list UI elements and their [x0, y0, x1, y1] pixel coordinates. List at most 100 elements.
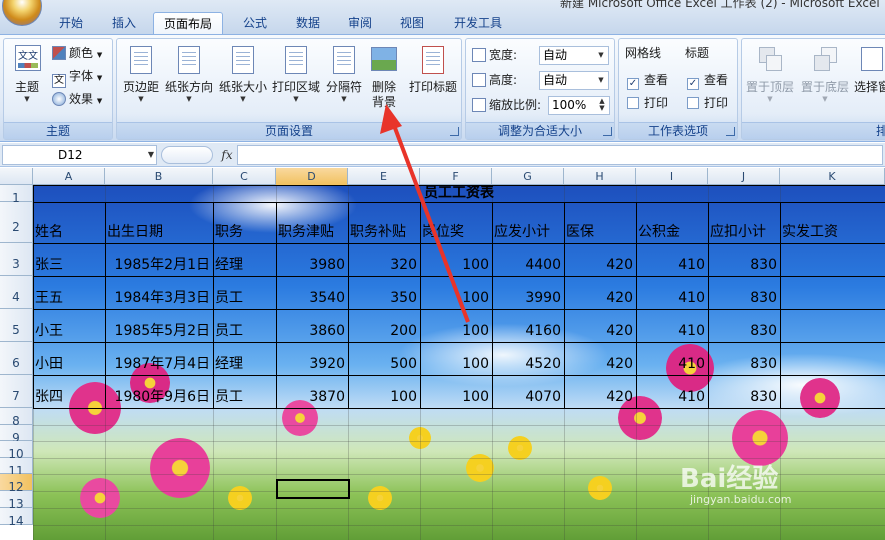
tab-home[interactable]: 开始: [48, 12, 94, 34]
data-cell[interactable]: 830: [710, 256, 780, 274]
data-cell[interactable]: 3980: [278, 256, 348, 274]
print-area-button[interactable]: 打印区域 ▼: [269, 43, 323, 103]
data-cell[interactable]: 1987年7月4日: [107, 355, 213, 373]
row-header-7[interactable]: 7: [0, 375, 33, 408]
data-cell[interactable]: 350: [350, 289, 420, 307]
data-cell[interactable]: 830: [710, 355, 780, 373]
header-cell[interactable]: 出生日期: [107, 223, 213, 241]
data-cell[interactable]: 410: [638, 388, 708, 406]
header-cell[interactable]: 应发小计: [494, 223, 564, 241]
header-cell[interactable]: 职务津贴: [278, 223, 348, 241]
data-cell[interactable]: 1980年9月6日: [107, 388, 213, 406]
margins-button[interactable]: 页边距 ▼: [119, 43, 163, 103]
column-header-A[interactable]: A: [33, 168, 105, 185]
header-cell[interactable]: 职务: [215, 223, 276, 241]
data-cell[interactable]: 经理: [215, 256, 276, 274]
data-cell[interactable]: 1984年3月3日: [107, 289, 213, 307]
themes-button[interactable]: 文文 主题 ▼: [8, 43, 46, 103]
row-header-8[interactable]: 8: [0, 408, 33, 428]
spin-arrows-icon[interactable]: ▲ ▼: [596, 98, 608, 113]
data-cell[interactable]: 200: [350, 322, 420, 340]
tab-review[interactable]: 审阅: [338, 12, 382, 34]
office-button[interactable]: [2, 0, 42, 26]
data-cell[interactable]: 3990: [494, 289, 564, 307]
worksheet-grid[interactable]: 员工工资表 姓名 出生日期 职务 职务津贴 职务补贴 岗位奖 应发小计 医保 公积金 应扣小计 实发工…: [0, 168, 885, 540]
row-header-3[interactable]: 3: [0, 243, 33, 276]
data-cell[interactable]: 100: [422, 256, 492, 274]
sheet-title-cell[interactable]: 员工工资表: [33, 185, 885, 202]
column-header-D[interactable]: D: [276, 168, 348, 185]
gridlines-print-checkbox[interactable]: 打印: [627, 93, 668, 113]
send-to-back-button[interactable]: 置于底层 ▼: [798, 43, 852, 103]
column-header-K[interactable]: K: [780, 168, 885, 185]
data-cell[interactable]: 员工: [215, 289, 276, 307]
data-cell[interactable]: 3870: [278, 388, 348, 406]
data-cell[interactable]: 张三: [35, 256, 105, 274]
data-cell[interactable]: 1985年2月1日: [107, 256, 213, 274]
data-cell[interactable]: 4160: [494, 322, 564, 340]
effects-button[interactable]: 效果 ▼: [52, 89, 102, 109]
scale-stepper[interactable]: 100% ▲ ▼: [548, 96, 610, 115]
tab-data[interactable]: 数据: [286, 12, 330, 34]
column-header-E[interactable]: E: [348, 168, 420, 185]
formula-input[interactable]: [237, 145, 883, 165]
data-cell[interactable]: 100: [422, 388, 492, 406]
row-header-1[interactable]: 1: [0, 185, 33, 205]
page-setup-launcher-icon[interactable]: [450, 127, 459, 136]
data-cell[interactable]: 420: [566, 322, 636, 340]
column-header-I[interactable]: I: [636, 168, 708, 185]
data-cell[interactable]: 100: [350, 388, 420, 406]
data-cell[interactable]: 410: [638, 256, 708, 274]
data-cell[interactable]: 3540: [278, 289, 348, 307]
column-header-H[interactable]: H: [564, 168, 636, 185]
header-cell[interactable]: 公积金: [638, 223, 708, 241]
insert-function-icon[interactable]: fx: [217, 145, 237, 165]
header-cell[interactable]: 实发工资: [782, 223, 885, 241]
data-cell[interactable]: 3920: [278, 355, 348, 373]
gridlines-view-checkbox[interactable]: ✓ 查看: [627, 70, 668, 90]
data-cell[interactable]: 420: [566, 289, 636, 307]
size-button[interactable]: 纸张大小 ▼: [217, 43, 269, 103]
data-cell[interactable]: 张四: [35, 388, 105, 406]
header-cell[interactable]: 职务补贴: [350, 223, 420, 241]
scale-launcher-icon[interactable]: [603, 127, 612, 136]
data-cell[interactable]: 500: [350, 355, 420, 373]
name-box[interactable]: D12 ▼: [2, 145, 157, 165]
data-cell[interactable]: 830: [710, 289, 780, 307]
tab-developer[interactable]: 开发工具: [444, 12, 512, 34]
data-cell[interactable]: 1985年5月2日: [107, 322, 213, 340]
data-cell[interactable]: 410: [638, 322, 708, 340]
header-cell[interactable]: 岗位奖: [422, 223, 492, 241]
data-cell[interactable]: 420: [566, 256, 636, 274]
row-header-4[interactable]: 4: [0, 276, 33, 309]
data-cell[interactable]: 3860: [278, 322, 348, 340]
row-header-11[interactable]: 11: [0, 458, 33, 478]
row-header-12[interactable]: 12: [0, 474, 33, 494]
data-cell[interactable]: 小田: [35, 355, 105, 373]
data-cell[interactable]: 420: [566, 388, 636, 406]
column-header-B[interactable]: B: [105, 168, 213, 185]
width-select[interactable]: 自动 ▼: [539, 46, 609, 65]
data-cell[interactable]: 410: [638, 355, 708, 373]
row-header-13[interactable]: 13: [0, 491, 33, 511]
row-header-9[interactable]: 9: [0, 425, 33, 445]
header-cell[interactable]: 医保: [566, 223, 636, 241]
data-cell[interactable]: [782, 322, 885, 340]
print-titles-button[interactable]: 打印标题: [405, 43, 461, 95]
orientation-button[interactable]: 纸张方向 ▼: [163, 43, 215, 103]
headings-view-checkbox[interactable]: ✓ 查看: [687, 70, 728, 90]
row-header-10[interactable]: 10: [0, 441, 33, 461]
data-cell[interactable]: [782, 289, 885, 307]
tab-insert[interactable]: 插入: [102, 12, 146, 34]
colors-button[interactable]: 颜色 ▼: [52, 43, 102, 63]
column-header-F[interactable]: F: [420, 168, 492, 185]
column-header-G[interactable]: G: [492, 168, 564, 185]
data-cell[interactable]: 4400: [494, 256, 564, 274]
fonts-button[interactable]: 文字体 ▼: [52, 66, 102, 88]
select-all-corner[interactable]: [0, 168, 33, 185]
delete-background-button[interactable]: 删除 背景: [365, 43, 403, 110]
bring-to-front-button[interactable]: 置于顶层 ▼: [744, 43, 796, 103]
row-header-14[interactable]: 14: [0, 508, 33, 528]
column-header-C[interactable]: C: [213, 168, 276, 185]
data-cell[interactable]: 员工: [215, 322, 276, 340]
